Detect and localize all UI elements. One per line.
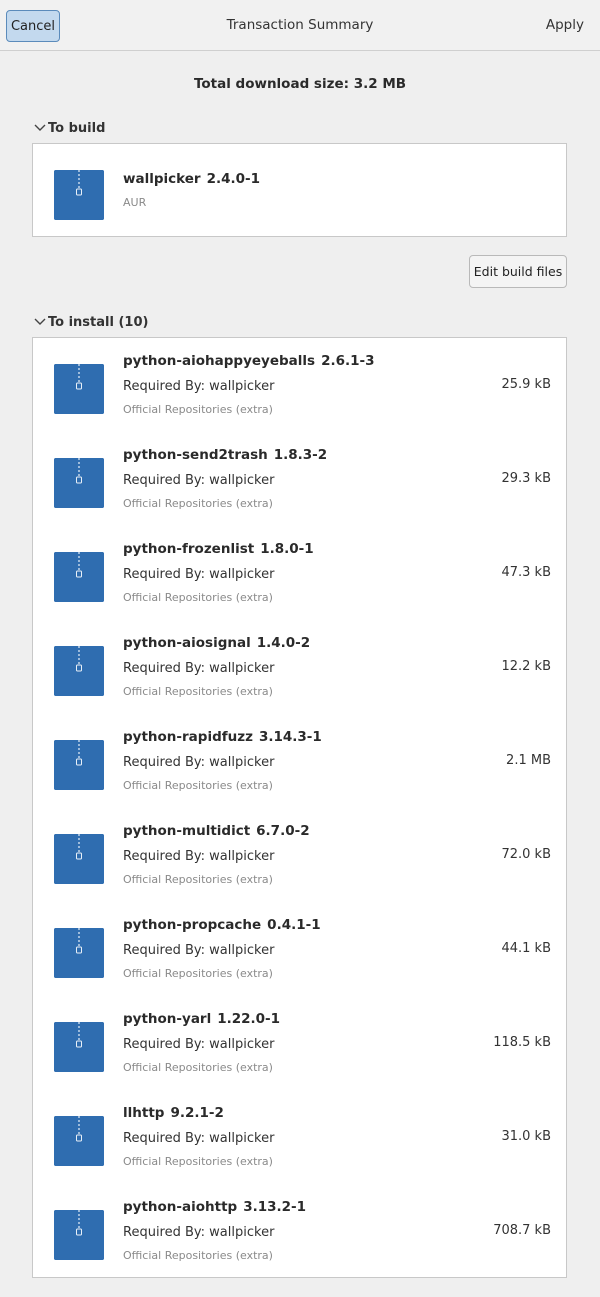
list-item[interactable]: python-aiosignal 1.4.0-2 Required By: wal… <box>33 620 566 714</box>
install-list: python-aiohappyeyeballs 2.6.1-3 Required … <box>32 337 567 1278</box>
package-size: 118.5 kB <box>493 1035 551 1050</box>
chevron-down-icon <box>34 124 46 131</box>
to-build-expander[interactable]: To build <box>34 119 105 137</box>
required-by: Required By: wallpicker <box>123 1225 275 1240</box>
header-bar: Cancel Transaction Summary Apply <box>0 0 600 51</box>
list-item[interactable]: python-yarl 1.22.0-1 Required By: wallpic… <box>33 996 566 1090</box>
package-size: 29.3 kB <box>501 471 551 486</box>
package-repository: Official Repositories (extra) <box>123 1249 273 1262</box>
package-repository: Official Repositories (extra) <box>123 873 273 886</box>
package-name: python-frozenlist <box>123 541 255 557</box>
package-version: 9.2.1-2 <box>170 1105 224 1121</box>
required-by: Required By: wallpicker <box>123 943 275 958</box>
list-item[interactable]: llhttp 9.2.1-2 Required By: wallpicker Of… <box>33 1090 566 1184</box>
package-name: llhttp <box>123 1105 165 1121</box>
list-item[interactable]: python-rapidfuzz 3.14.3-1 Required By: wa… <box>33 714 566 808</box>
package-name: python-aiosignal <box>123 635 251 651</box>
package-archive-icon <box>54 1116 104 1166</box>
package-repository: Official Repositories (extra) <box>123 403 273 416</box>
package-version: 1.8.3-2 <box>273 447 328 463</box>
package-repository: Official Repositories (extra) <box>123 1061 273 1074</box>
package-archive-icon <box>54 646 104 696</box>
dialog-title: Transaction Summary <box>226 17 374 33</box>
apply-button[interactable]: Apply <box>546 17 584 33</box>
package-name: python-send2trash <box>123 447 268 463</box>
list-item[interactable]: python-aiohappyeyeballs 2.6.1-3 Required … <box>33 338 566 432</box>
build-list: wallpicker 2.4.0-1 AUR <box>32 143 567 237</box>
package-size: 708.7 kB <box>493 1223 551 1238</box>
package-size: 2.1 MB <box>506 753 551 768</box>
package-repository: Official Repositories (extra) <box>123 779 273 792</box>
required-by: Required By: wallpicker <box>123 1131 275 1146</box>
package-repository: Official Repositories (extra) <box>123 591 273 604</box>
required-by: Required By: wallpicker <box>123 755 275 770</box>
package-size: 44.1 kB <box>501 941 551 956</box>
package-version: 0.4.1-1 <box>267 917 321 933</box>
package-repository: Official Repositories (extra) <box>123 497 273 510</box>
package-archive-icon <box>54 928 104 978</box>
package-archive-icon <box>54 170 104 220</box>
package-name: python-aiohttp <box>123 1199 238 1215</box>
package-version: 3.14.3-1 <box>258 729 322 745</box>
list-item[interactable]: python-frozenlist 1.8.0-1 Required By: wa… <box>33 526 566 620</box>
package-version: 3.13.2-1 <box>243 1199 307 1215</box>
package-name: python-aiohappyeyeballs <box>123 353 316 369</box>
package-archive-icon <box>54 552 104 602</box>
package-archive-icon <box>54 1210 104 1260</box>
package-size: 31.0 kB <box>501 1129 551 1144</box>
package-name: python-multidict <box>123 823 251 839</box>
package-archive-icon <box>54 740 104 790</box>
required-by: Required By: wallpicker <box>123 849 275 864</box>
package-size: 72.0 kB <box>501 847 551 862</box>
package-version: 1.8.0-1 <box>260 541 314 557</box>
package-version: 1.4.0-2 <box>256 635 311 651</box>
package-source: AUR <box>123 196 147 209</box>
required-by: Required By: wallpicker <box>123 473 275 488</box>
package-repository: Official Repositories (extra) <box>123 967 273 980</box>
list-item[interactable]: python-send2trash 1.8.3-2 Required By: wa… <box>33 432 566 526</box>
list-item[interactable]: python-multidict 6.7.0-2 Required By: wal… <box>33 808 566 902</box>
required-by: Required By: wallpicker <box>123 1037 275 1052</box>
required-by: Required By: wallpicker <box>123 661 275 676</box>
package-archive-icon <box>54 364 104 414</box>
package-name: wallpicker <box>123 171 201 187</box>
package-version: 2.6.1-3 <box>321 353 375 369</box>
package-name: python-propcache <box>123 917 262 933</box>
package-name: python-rapidfuzz <box>123 729 253 745</box>
required-by: Required By: wallpicker <box>123 567 275 582</box>
edit-build-files-button[interactable]: Edit build files <box>469 255 567 288</box>
to-install-expander[interactable]: To install (10) <box>34 313 148 331</box>
package-version: 6.7.0-2 <box>256 823 310 839</box>
package-name: python-yarl <box>123 1011 212 1027</box>
required-by: Required By: wallpicker <box>123 379 275 394</box>
package-size: 12.2 kB <box>501 659 551 674</box>
to-install-heading: To install (10) <box>48 314 149 330</box>
package-archive-icon <box>54 458 104 508</box>
to-build-heading: To build <box>48 120 106 136</box>
package-archive-icon <box>54 834 104 884</box>
total-download-size: Total download size: 3.2 MB <box>193 76 407 92</box>
list-item[interactable]: wallpicker 2.4.0-1 AUR <box>33 144 566 238</box>
package-repository: Official Repositories (extra) <box>123 1155 273 1168</box>
package-version: 2.4.0-1 <box>206 171 260 187</box>
package-repository: Official Repositories (extra) <box>123 685 273 698</box>
list-item[interactable]: python-aiohttp 3.13.2-1 Required By: wall… <box>33 1184 566 1278</box>
package-archive-icon <box>54 1022 104 1072</box>
package-size: 25.9 kB <box>501 377 551 392</box>
list-item[interactable]: python-propcache 0.4.1-1 Required By: wal… <box>33 902 566 996</box>
package-version: 1.22.0-1 <box>217 1011 281 1027</box>
chevron-down-icon <box>34 318 46 325</box>
package-size: 47.3 kB <box>501 565 551 580</box>
